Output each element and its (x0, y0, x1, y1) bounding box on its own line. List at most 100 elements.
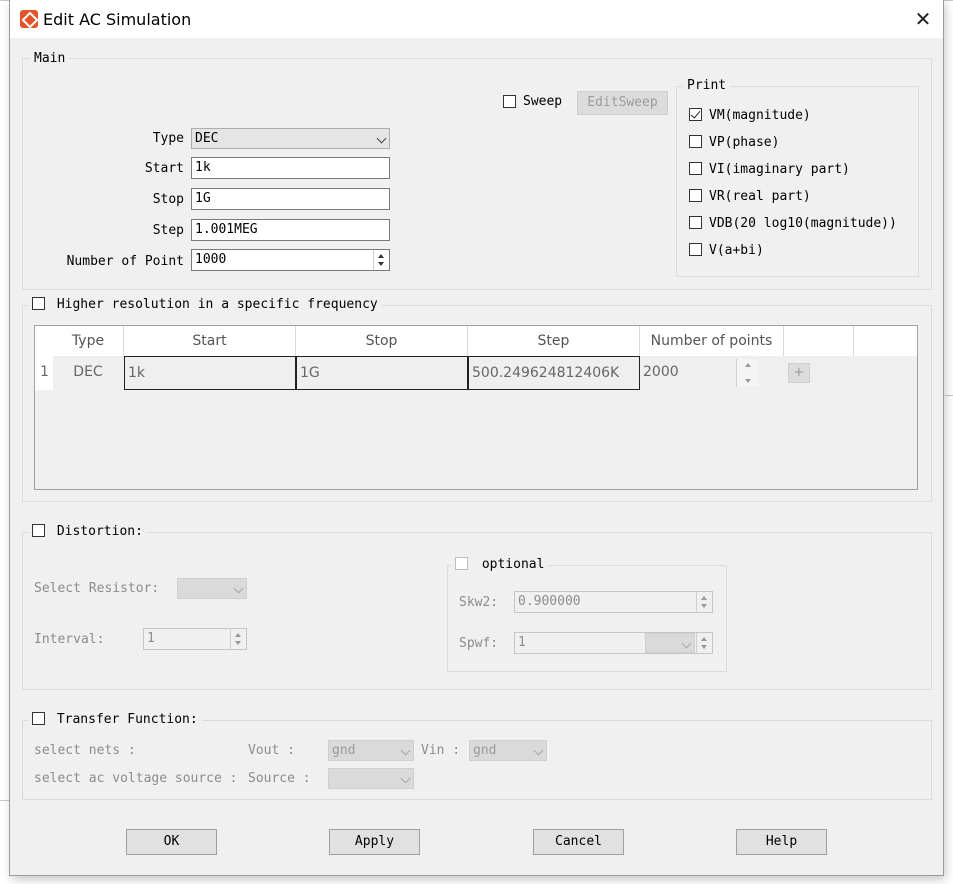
print-vm-checkbox[interactable] (689, 108, 702, 121)
title-bar: Edit AC Simulation ✕ (10, 0, 943, 38)
app-logo-icon (20, 10, 38, 28)
select-nets-label: select nets : (34, 743, 136, 758)
transfer-function-checkbox[interactable] (32, 712, 45, 725)
background-edge (0, 800, 10, 801)
transfer-function-legend: Transfer Function: (28, 712, 202, 727)
points-spinbox[interactable]: 1000 (191, 249, 390, 271)
step-label: Step (152, 223, 184, 238)
select-resistor-label: Select Resistor: (34, 581, 160, 596)
type-select[interactable]: DEC (191, 128, 390, 149)
print-vabi-checkbox[interactable] (689, 243, 702, 256)
spwf-select[interactable] (645, 633, 695, 653)
edit-ac-simulation-dialog: Edit AC Simulation ✕ Main Sweep EditSwee… (10, 0, 943, 875)
spin-arrows-icon[interactable] (373, 250, 389, 270)
row-points-cell[interactable]: 2000 (640, 356, 783, 390)
optional-group (447, 565, 727, 672)
skw2-label: Skw2: (459, 595, 499, 610)
print-vdb-checkbox[interactable] (689, 216, 702, 229)
start-input[interactable]: 1k (191, 157, 390, 179)
print-vabi-label: V(a+bi) (709, 243, 764, 258)
spwf-spinbox[interactable]: 1 (514, 632, 713, 654)
background-edge (945, 395, 953, 396)
points-label: Number of Point (66, 254, 184, 269)
higher-resolution-label: Higher resolution in a specific frequenc… (56, 297, 378, 312)
chevron-down-icon (400, 773, 411, 784)
distortion-label: Distortion: (56, 524, 143, 539)
frequency-table: Type Start Stop Step Number of points 1 … (34, 325, 918, 490)
points-value: 1000 (195, 252, 227, 267)
skw2-value: 0.900000 (518, 594, 581, 609)
column-header-type[interactable]: Type (53, 326, 124, 356)
add-row-button[interactable]: + (788, 363, 810, 383)
type-select-value: DEC (195, 131, 219, 146)
column-header-step[interactable]: Step (468, 326, 640, 356)
vout-select[interactable]: gnd (328, 740, 414, 761)
optional-label: optional (481, 557, 545, 572)
row-step-cell[interactable]: 500.249624812406K (468, 356, 640, 390)
transfer-function-label: Transfer Function: (56, 712, 198, 727)
optional-legend: optional (451, 557, 549, 572)
help-button[interactable]: Help (736, 829, 827, 855)
interval-spinbox[interactable]: 1 (143, 628, 247, 650)
ok-button[interactable]: OK (126, 829, 217, 855)
apply-button[interactable]: Apply (329, 829, 420, 855)
close-icon[interactable]: ✕ (912, 8, 934, 30)
print-vm-label: VM(magnitude) (709, 108, 811, 123)
spwf-label: Spwf: (459, 636, 499, 651)
row-add-cell: + (784, 356, 854, 390)
step-input[interactable]: 1.001MEG (191, 219, 390, 241)
select-source-label: select ac voltage source : (34, 771, 238, 786)
spin-arrows-icon[interactable] (230, 629, 246, 649)
interval-label: Interval: (34, 632, 105, 647)
chevron-down-icon (376, 133, 387, 144)
vout-value: gnd (332, 743, 356, 758)
edit-sweep-button[interactable]: EditSweep (577, 91, 668, 115)
stop-label: Stop (152, 192, 184, 207)
print-vr-checkbox[interactable] (689, 189, 702, 202)
source-select[interactable] (328, 768, 414, 789)
print-vr-label: VR(real part) (709, 189, 811, 204)
spin-arrows-icon[interactable] (696, 592, 712, 612)
distortion-checkbox[interactable] (32, 524, 45, 537)
distortion-legend: Distortion: (28, 524, 147, 539)
print-vdb-label: VDB(20 log10(magnitude)) (709, 216, 897, 231)
start-label: Start (144, 161, 184, 176)
optional-checkbox[interactable] (455, 557, 468, 570)
column-header-points[interactable]: Number of points (640, 326, 784, 356)
column-header-add (784, 326, 854, 356)
column-header-blank (854, 326, 917, 356)
table-corner (35, 326, 54, 356)
print-legend: Print (683, 78, 731, 93)
spwf-value: 1 (518, 635, 526, 650)
chevron-down-icon (400, 745, 411, 756)
cancel-button[interactable]: Cancel (533, 829, 624, 855)
vout-label: Vout : (248, 743, 295, 758)
print-vi-label: VI(imaginary part) (709, 162, 850, 177)
window-title: Edit AC Simulation (43, 10, 192, 29)
row-type-cell[interactable]: DEC (53, 356, 123, 390)
chevron-down-icon (233, 583, 244, 594)
row-stop-cell[interactable]: 1G (296, 356, 468, 390)
column-header-start[interactable]: Start (124, 326, 296, 356)
print-vi-checkbox[interactable] (689, 162, 702, 175)
higher-resolution-legend: Higher resolution in a specific frequenc… (28, 297, 382, 312)
skw2-spinbox[interactable]: 0.900000 (514, 591, 713, 613)
row-points-value: 2000 (643, 364, 679, 380)
sweep-checkbox[interactable] (503, 95, 516, 108)
row-start-cell[interactable]: 1k (124, 356, 296, 390)
print-vp-checkbox[interactable] (689, 135, 702, 148)
row-index: 1 (35, 356, 53, 390)
sweep-label: Sweep (523, 94, 563, 109)
vin-value: gnd (473, 743, 497, 758)
spin-arrows-icon[interactable] (736, 359, 759, 387)
column-header-stop[interactable]: Stop (296, 326, 468, 356)
vin-select[interactable]: gnd (469, 740, 547, 761)
interval-value: 1 (147, 631, 155, 646)
chevron-down-icon (681, 638, 692, 649)
spin-arrows-icon[interactable] (696, 633, 712, 653)
print-vp-label: VP(phase) (709, 135, 780, 150)
stop-input[interactable]: 1G (191, 188, 390, 210)
type-label: Type (152, 131, 184, 146)
select-resistor-select[interactable] (177, 578, 247, 599)
higher-resolution-checkbox[interactable] (32, 297, 45, 310)
